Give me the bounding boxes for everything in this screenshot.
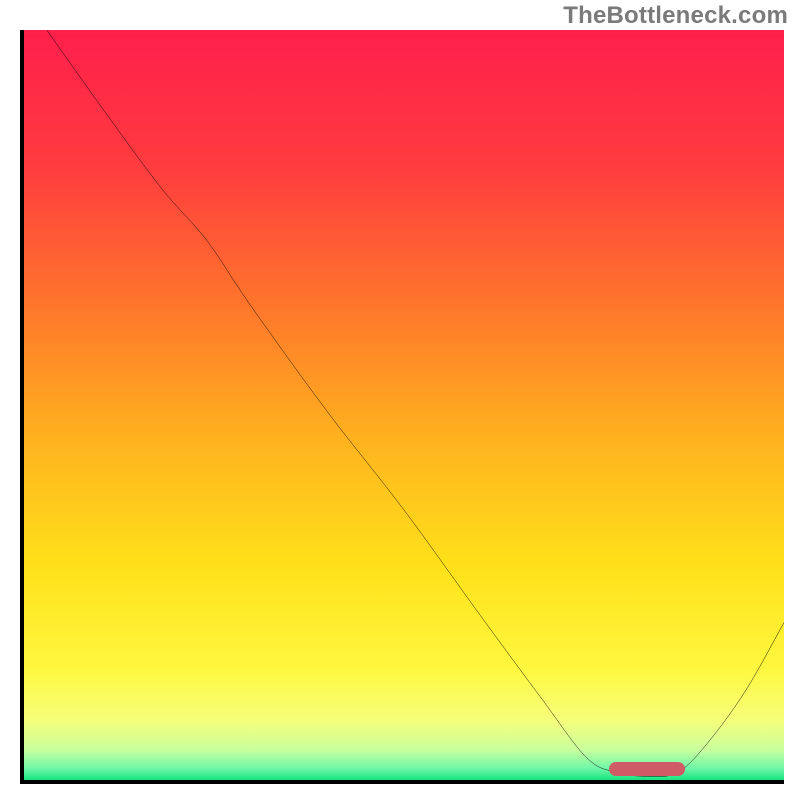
- bottleneck-curve: [24, 30, 784, 780]
- chart-container: TheBottleneck.com: [0, 0, 800, 800]
- plot-area: [20, 30, 784, 784]
- optimal-range-marker: [609, 762, 685, 776]
- attribution-text: TheBottleneck.com: [563, 2, 788, 30]
